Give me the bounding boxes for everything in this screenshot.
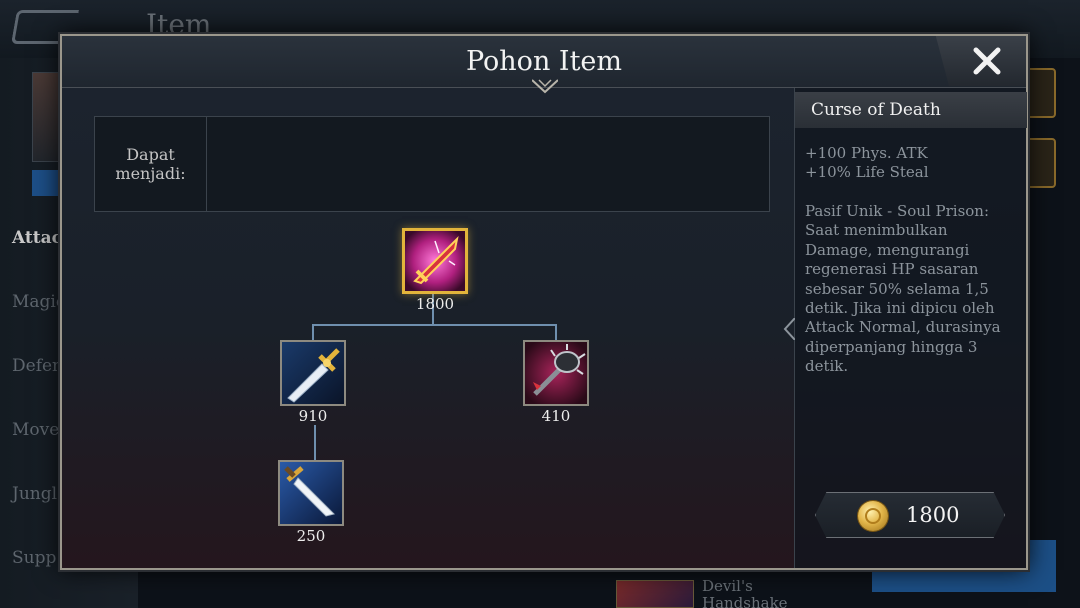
item-passive-description: Pasif Unik - Soul Prison: Saat menimbulk… <box>805 202 1001 376</box>
item-price: 1800 <box>415 295 455 313</box>
item-name: Curse of Death <box>811 100 941 120</box>
tree-connector <box>314 425 316 461</box>
dagger-icon[interactable] <box>278 460 344 526</box>
total-price: 1800 <box>906 503 960 527</box>
item-tree-panel: Dapat menjadi: 1800 910 410 250 <box>62 88 794 568</box>
background-item-thumbnail[interactable] <box>616 580 694 608</box>
category-magic[interactable]: Magic <box>12 292 65 312</box>
tree-connector <box>312 324 557 326</box>
category-attack[interactable]: Attac <box>12 228 62 248</box>
tree-connector <box>312 324 314 340</box>
category-defense[interactable]: Defen <box>12 356 63 376</box>
item-price: 410 <box>541 407 571 425</box>
dialog-header: Pohon Item <box>62 36 1026 94</box>
item-price: 910 <box>298 407 328 425</box>
category-jungle[interactable]: Jungl <box>12 484 57 504</box>
tree-item-grandchild[interactable]: 250 <box>278 460 344 545</box>
category-movement[interactable]: Move <box>12 420 59 440</box>
golden-sword-icon[interactable] <box>280 340 346 406</box>
item-tree-dialog: Pohon Item Dapat menjadi: 1800 910 410 2… <box>60 34 1028 570</box>
builds-into-label: Dapat menjadi: <box>115 145 186 183</box>
item-price: 250 <box>296 527 326 545</box>
total-price-plate: 1800 <box>815 492 1005 538</box>
item-name-bar: Curse of Death <box>795 92 1027 128</box>
item-detail-panel: Curse of Death +100 Phys. ATK +10% Life … <box>783 88 1027 568</box>
curse-of-death-sword-icon[interactable] <box>402 228 468 294</box>
category-support[interactable]: Supp <box>12 548 56 568</box>
panel-pointer-icon <box>783 318 795 340</box>
tree-item-child-right[interactable]: 410 <box>523 340 589 425</box>
close-icon <box>973 47 1001 75</box>
tree-item-root[interactable]: 1800 <box>402 228 468 313</box>
dialog-title: Pohon Item <box>465 46 623 77</box>
tree-item-child-left[interactable]: 910 <box>280 340 346 425</box>
builds-into-box: Dapat menjadi: <box>94 116 770 212</box>
background-item-name: Devil's Handshake <box>702 577 788 608</box>
tree-connector <box>555 324 557 340</box>
item-stats: +100 Phys. ATK +10% Life Steal <box>805 144 929 181</box>
gold-coin-icon <box>858 501 888 531</box>
spiked-mace-icon[interactable] <box>523 340 589 406</box>
